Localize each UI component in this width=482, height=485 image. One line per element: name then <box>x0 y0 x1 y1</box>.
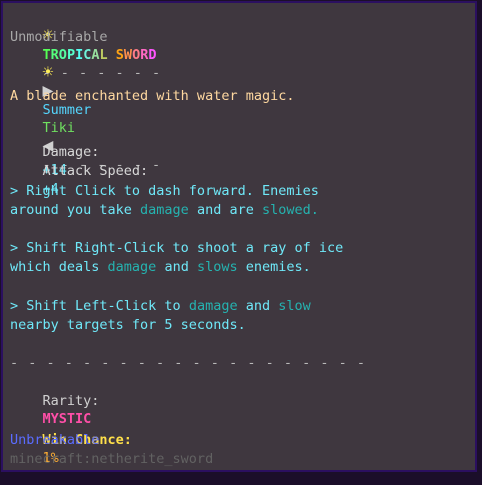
ability-text: around you take <box>10 202 141 218</box>
stat-damage: Damage: +14 <box>10 125 100 178</box>
ability-2-line-1: > Shift Right-Click to shoot a ray of ic… <box>10 240 344 256</box>
stat-label: Attack Speed: <box>42 163 149 179</box>
unmodifiable-label: Unmodifiable <box>10 29 108 45</box>
divider: - - - - - - - - - - - - - - - - - - - - <box>10 355 366 371</box>
title-row: ☀ TROPICAL SWORD ☀ <box>10 9 157 82</box>
ability-keyword: slows <box>196 259 238 275</box>
ability-2-line-2: which deals damage and slows enemies. <box>10 258 311 276</box>
ability-text: enemies. <box>237 259 311 275</box>
set-header-dashes-left: - - - - - - - <box>42 65 162 81</box>
ability-text: and <box>156 259 197 275</box>
win-chance-row: Win Chance: 1% <box>10 413 132 466</box>
unbreakable-label: Unbreakable <box>10 432 100 448</box>
ability-text: > Shift Left-Click to <box>10 298 189 314</box>
rarity-row: Rarity: MYSTIC <box>10 374 100 427</box>
set-header: - - - - - - - ▶ Summer Tiki ◀ - - - - - … <box>10 46 161 173</box>
ability-text: which deals <box>10 259 108 275</box>
ability-keyword: slow <box>278 298 311 314</box>
ability-1-line-2: around you take damage and are slowed. <box>10 201 319 219</box>
item-id: minecraft:netherite_sword <box>10 451 214 467</box>
item-description: A blade enchanted with water magic. <box>10 88 295 104</box>
ability-text: and <box>237 298 279 314</box>
ability-1-line-1: > Right Click to dash forward. Enemies <box>10 183 319 199</box>
ability-3-line-1: > Shift Left-Click to damage and slow <box>10 297 311 315</box>
item-tooltip: ☀ TROPICAL SWORD ☀ Unmodifiable - - - - … <box>1 1 477 472</box>
ability-keyword: damage <box>140 202 189 218</box>
ability-text: and are <box>188 202 262 218</box>
ability-keyword: damage <box>188 298 238 314</box>
ability-keyword: slowed. <box>261 202 319 218</box>
stat-attack-speed: Attack Speed: +4 <box>10 144 149 197</box>
ability-3-line-2: nearby targets for 5 seconds. <box>10 317 246 333</box>
ability-keyword: damage <box>107 259 157 275</box>
rarity-label: Rarity: <box>42 393 100 409</box>
